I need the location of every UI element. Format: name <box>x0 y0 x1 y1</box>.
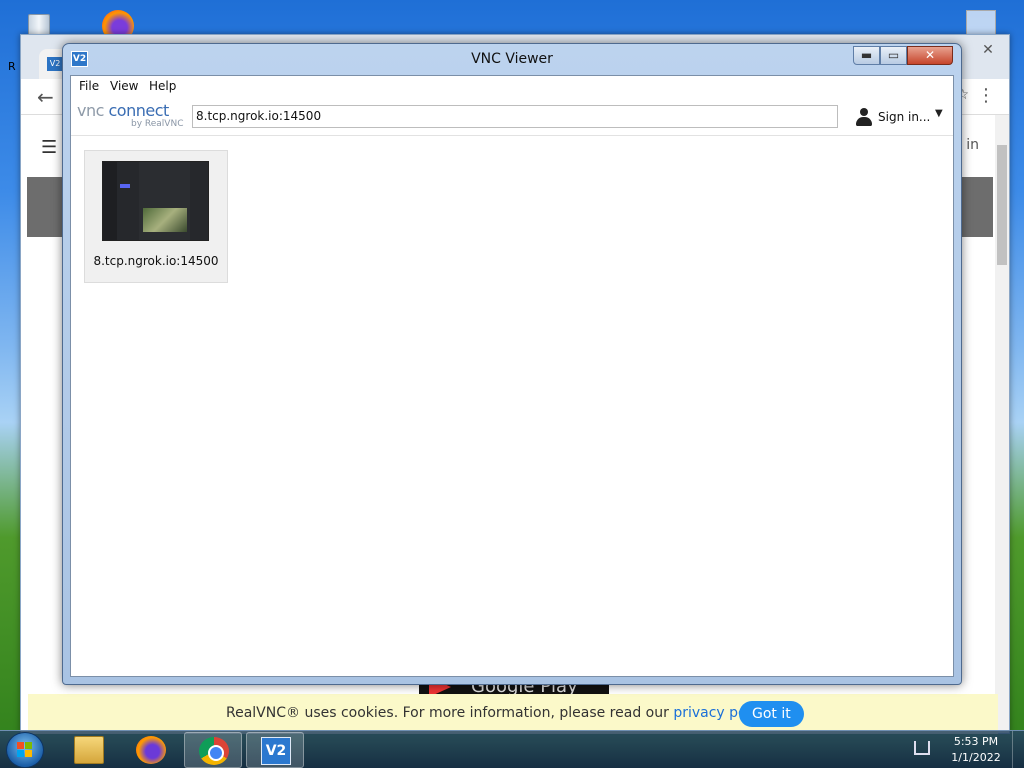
close-button[interactable]: ✕ <box>907 46 953 65</box>
vnc-viewer-window: V2 VNC Viewer ▬ ▭ ✕ File View Help vnc c… <box>62 43 962 685</box>
address-input[interactable]: 8.tcp.ngrok.io:14500 <box>192 105 838 128</box>
taskbar-explorer[interactable] <box>60 732 118 768</box>
browser-close-button[interactable]: ✕ <box>975 39 1001 61</box>
menu-bar: File View Help <box>71 76 953 98</box>
connections-area: 8.tcp.ngrok.io:14500 <box>71 137 953 676</box>
vnc-client-area: File View Help vnc connect by RealVNC 8.… <box>70 75 954 677</box>
minimize-button[interactable]: ▬ <box>853 46 880 65</box>
windows-start-icon[interactable] <box>6 732 44 768</box>
window-title: VNC Viewer <box>471 51 553 67</box>
menu-file[interactable]: File <box>79 79 99 93</box>
toolbar: vnc connect by RealVNC 8.tcp.ngrok.io:14… <box>71 98 953 136</box>
title-bar[interactable]: V2 VNC Viewer ▬ ▭ ✕ <box>63 44 961 76</box>
vnc-icon: V2 <box>261 737 291 765</box>
got-it-button[interactable]: Got it <box>739 701 804 727</box>
connection-card[interactable]: 8.tcp.ngrok.io:14500 <box>84 150 228 283</box>
show-desktop-button[interactable] <box>1012 731 1024 768</box>
menu-view[interactable]: View <box>110 79 138 93</box>
connection-label: 8.tcp.ngrok.io:14500 <box>93 254 219 268</box>
desktop-label-partial: R <box>8 60 16 73</box>
kebab-menu-icon[interactable]: ⋮ <box>977 85 995 106</box>
user-icon <box>855 108 873 126</box>
firefox-icon <box>136 736 166 764</box>
cookie-text: RealVNC® uses cookies. For more informat… <box>226 705 773 721</box>
taskbar-vnc[interactable]: V2 <box>246 732 304 768</box>
sign-in-label: Sign in... <box>878 110 931 124</box>
chrome-icon <box>199 737 229 765</box>
taskbar: V2 5:53 PM 1/1/2022 <box>0 730 1024 768</box>
chevron-down-icon[interactable]: ▼ <box>935 108 943 119</box>
network-icon[interactable] <box>914 741 930 755</box>
hamburger-icon[interactable]: ☰ <box>41 137 57 158</box>
clock[interactable]: 5:53 PM 1/1/2022 <box>946 734 1006 766</box>
taskbar-chrome[interactable] <box>184 732 242 768</box>
cookie-banner: RealVNC® uses cookies. For more informat… <box>28 694 998 734</box>
page-scrollbar[interactable] <box>995 115 1009 733</box>
vnc-connect-logo: vnc connect by RealVNC <box>77 101 184 129</box>
vnc-tab-icon: V2 <box>47 57 63 71</box>
menu-help[interactable]: Help <box>149 79 176 93</box>
explorer-icon <box>74 736 104 764</box>
connection-thumbnail <box>102 161 209 241</box>
maximize-button[interactable]: ▭ <box>880 46 907 65</box>
back-arrow-icon[interactable]: ← <box>37 85 54 109</box>
taskbar-firefox[interactable] <box>122 732 180 768</box>
